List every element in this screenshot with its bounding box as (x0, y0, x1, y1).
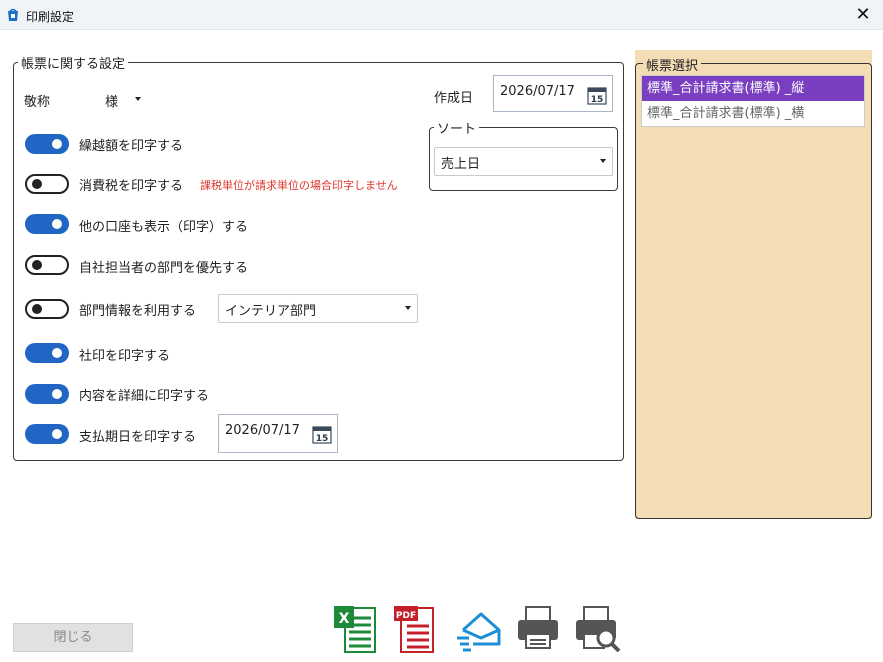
honorific-label: 敬称 (24, 95, 51, 110)
excel-icon-letter: X (339, 611, 350, 627)
staff-department-toggle[interactable] (25, 255, 69, 275)
other-accounts-toggle[interactable] (25, 214, 69, 234)
toggle-knob (32, 260, 42, 270)
title-bar: 印刷設定 ✕ (0, 0, 883, 30)
chevron-down-icon (135, 97, 141, 101)
close-window-button[interactable]: ✕ (849, 1, 877, 29)
print-icon[interactable] (514, 604, 562, 652)
toggle-knob (52, 429, 62, 439)
department-info-toggle[interactable] (25, 299, 69, 319)
toggle-knob (52, 219, 62, 229)
sort-group-legend: ソート (437, 122, 477, 137)
toggle-knob (52, 139, 62, 149)
carryover-toggle[interactable] (25, 134, 69, 154)
payment-due-toggle[interactable] (25, 424, 69, 444)
consumption-tax-note: 課税単位が請求単位の場合印字しません (200, 179, 398, 192)
created-date-value: 2026/07/17 (500, 84, 575, 99)
honorific-value: 様 (105, 95, 119, 110)
form-list: 標準_合計請求書(標準) _縦 標準_合計請求書(標準) _横 (641, 75, 865, 127)
excel-icon[interactable]: X (333, 604, 377, 654)
form-select-panel: 帳票選択 標準_合計請求書(標準) _縦 標準_合計請求書(標準) _横 (635, 50, 872, 519)
payment-due-date-value: 2026/07/17 (225, 423, 300, 438)
chevron-down-icon (405, 306, 411, 310)
print-preview-icon[interactable] (574, 604, 622, 652)
calendar-day: 15 (316, 434, 329, 444)
form-list-item[interactable]: 標準_合計請求書(標準) _横 (642, 101, 864, 126)
department-select[interactable]: インテリア部門 (218, 294, 418, 323)
email-icon[interactable] (455, 604, 503, 652)
consumption-tax-label: 消費税を印字する (79, 179, 184, 194)
consumption-tax-toggle[interactable] (25, 174, 69, 194)
sort-select[interactable]: 売上日 (434, 147, 613, 176)
toggle-knob (32, 304, 42, 314)
toggle-knob (32, 179, 42, 189)
pdf-icon-label: PDF (396, 611, 416, 621)
honorific-select[interactable]: 様 (98, 85, 148, 113)
close-button[interactable]: 閉じる (13, 623, 133, 652)
calendar-day: 15 (591, 95, 604, 105)
form-select-legend: 帳票選択 (643, 55, 702, 74)
pdf-icon[interactable]: PDF (393, 604, 437, 654)
company-seal-toggle[interactable] (25, 343, 69, 363)
sort-value: 売上日 (441, 157, 481, 172)
company-seal-label: 社印を印字する (79, 349, 171, 364)
form-select-frame (635, 63, 872, 519)
toggle-knob (52, 389, 62, 399)
carryover-label: 繰越額を印字する (79, 139, 184, 154)
form-list-item[interactable]: 標準_合計請求書(標準) _縦 (642, 76, 864, 101)
app-icon (8, 8, 18, 21)
department-value: インテリア部門 (225, 304, 317, 319)
calendar-icon[interactable]: 15 (312, 424, 332, 444)
calendar-icon[interactable]: 15 (587, 85, 607, 105)
staff-department-label: 自社担当者の部門を優先する (79, 261, 249, 276)
chevron-down-icon (600, 159, 606, 163)
settings-group-legend: 帳票に関する設定 (21, 57, 126, 72)
payment-due-date-picker[interactable]: 2026/07/17 15 (218, 414, 338, 453)
detail-content-toggle[interactable] (25, 384, 69, 404)
detail-content-label: 内容を詳細に印字する (79, 389, 210, 404)
other-accounts-label: 他の口座も表示（印字）する (79, 220, 249, 235)
created-date-label: 作成日 (434, 91, 474, 106)
department-info-label: 部門情報を利用する (79, 304, 197, 319)
window-title: 印刷設定 (26, 10, 75, 24)
created-date-picker[interactable]: 2026/07/17 15 (493, 75, 613, 112)
toggle-knob (52, 348, 62, 358)
payment-due-label: 支払期日を印字する (79, 430, 197, 445)
